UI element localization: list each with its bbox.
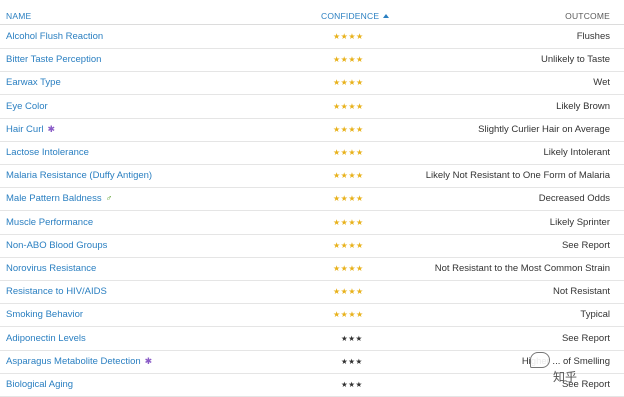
outcome-text: Not Resistant to the Most Common Strain <box>434 263 610 274</box>
table-row[interactable]: Adiponectin Levels ★★★ See Report <box>0 327 624 351</box>
confidence-stars: ★★★★ <box>333 217 364 227</box>
confidence-stars: ★★★★ <box>333 310 364 320</box>
table-row[interactable]: Lactose Intolerance ★★★★ Likely Intolerant <box>0 141 624 165</box>
trait-name-link[interactable]: Biological Aging <box>6 379 73 390</box>
trait-name-text: Smoking Behavior <box>6 309 84 321</box>
trait-name-text: Muscle Performance <box>6 216 94 228</box>
table-row[interactable]: Resistance to HIV/AIDS ★★★★ Not Resistant <box>0 280 624 305</box>
table-row[interactable]: Hair Curl ✱ ★★★★ Slightly Curlier Hair on A… <box>0 118 624 142</box>
trait-name-link[interactable]: Non-ABO Blood Groups <box>6 240 107 251</box>
confidence-stars: ★★★★ <box>333 194 364 204</box>
trait-name-text: Biological Aging <box>6 379 74 390</box>
table-row[interactable]: Biological Aging ★★★ See Report <box>0 373 624 397</box>
outcome-text: Likely Not Resistant to One Form of Mala… <box>425 170 610 182</box>
table-row[interactable]: Muscle Performance ★★★★ Likely Sprinter <box>0 211 624 235</box>
column-header-outcome[interactable]: OUTCOME <box>565 11 610 21</box>
trait-name-link[interactable]: Earwax Type <box>6 77 61 88</box>
outcome-text: Wet <box>593 77 610 89</box>
trait-name-text: Eye Color <box>6 100 48 112</box>
multi-factor-icon: ✱ <box>47 123 56 134</box>
watermark-text: 知乎 <box>553 370 578 384</box>
outcome-text: Flushes <box>576 31 610 42</box>
trait-name-link[interactable]: Eye Color <box>6 101 48 112</box>
confidence-stars: ★★★★ <box>333 264 364 273</box>
outcome-text: Decreased Odds <box>538 193 610 205</box>
confidence-stars: ★★★★ <box>333 55 364 65</box>
trait-name-text: Earwax Type <box>6 77 61 89</box>
trait-name-text: Malaria Resistance (Duffy Antigen) <box>6 170 153 182</box>
trait-name-link[interactable]: Alcohol Flush Reaction <box>6 31 103 42</box>
confidence-stars: ★★★★ <box>333 101 364 111</box>
table-row[interactable]: Smoking Behavior ★★★★ Typical <box>0 303 624 328</box>
multi-factor-icon: ✱ <box>144 355 153 366</box>
column-header-confidence[interactable]: CONFIDENCE <box>321 11 390 21</box>
outcome-text: See Report <box>561 239 610 251</box>
trait-name-link[interactable]: Norovirus Resistance <box>6 263 96 274</box>
outcome-text: Typical <box>580 309 610 321</box>
table-header: NAME CONFIDENCE OUTCOME <box>0 0 624 25</box>
outcome-text: See Report <box>561 332 610 344</box>
trait-name-text: Lactose Intolerance <box>6 147 89 158</box>
trait-name-text: Bitter Taste Perception <box>6 54 102 66</box>
trait-name-text: Non-ABO Blood Groups <box>6 239 108 251</box>
table-row[interactable]: Earwax Type ★★★★ Wet <box>0 71 624 96</box>
outcome-text: Likely Brown <box>556 100 610 112</box>
column-header-name[interactable]: NAME <box>6 11 31 21</box>
male-icon: ♂ <box>105 193 113 204</box>
table-row[interactable]: Norovirus Resistance ★★★★ Not Resistant to… <box>0 257 624 281</box>
outcome-text: Unlikely to Taste <box>541 54 610 66</box>
trait-name-text: Asparagus Metabolite Detection <box>6 355 141 367</box>
trait-name-link[interactable]: Lactose Intolerance <box>6 147 89 158</box>
trait-name-link[interactable]: Asparagus Metabolite Detection ✱ <box>6 356 152 367</box>
trait-name-link[interactable]: Male Pattern Baldness ♂ <box>6 193 112 204</box>
trait-name-link[interactable]: Hair Curl ✱ <box>6 124 55 135</box>
trait-name-link[interactable]: Malaria Resistance (Duffy Antigen) <box>6 170 152 181</box>
outcome-text: Likely Intolerant <box>543 147 610 158</box>
confidence-stars: ★★★★ <box>333 287 364 297</box>
trait-name-text: Male Pattern Baldness <box>6 193 102 205</box>
trait-name-text: Norovirus Resistance <box>6 263 97 274</box>
watermark-chat-bubble-icon <box>530 352 550 368</box>
table-row[interactable]: Male Pattern Baldness ♂ ★★★★ Decreased Odds <box>0 187 624 212</box>
sort-ascending-icon[interactable] <box>383 14 390 18</box>
confidence-stars: ★★★★ <box>333 78 364 88</box>
table-row[interactable]: Eye Color ★★★★ Likely Brown <box>0 95 624 119</box>
confidence-stars: ★★★ <box>341 380 363 389</box>
trait-name-text: Alcohol Flush Reaction <box>6 31 104 42</box>
confidence-stars: ★★★★ <box>333 148 364 157</box>
confidence-stars: ★★★★ <box>333 240 364 250</box>
trait-name-link[interactable]: Smoking Behavior <box>6 309 83 320</box>
table-row[interactable]: Malaria Resistance (Duffy Antigen) ★★★★ Li… <box>0 164 624 189</box>
confidence-stars: ★★★★ <box>333 32 364 41</box>
outcome-text: Not Resistant <box>552 286 610 298</box>
table-row[interactable]: Alcohol Flush Reaction ★★★★ Flushes <box>0 25 624 49</box>
table-row[interactable]: Bitter Taste Perception ★★★★ Unlikely to T… <box>0 48 624 73</box>
trait-name-text: Resistance to HIV/AIDS <box>6 286 107 298</box>
trait-name-link[interactable]: Muscle Performance <box>6 217 93 228</box>
trait-name-link[interactable]: Resistance to HIV/AIDS <box>6 286 107 297</box>
confidence-stars: ★★★★ <box>333 171 364 181</box>
outcome-text: Likely Sprinter <box>549 216 610 228</box>
confidence-stars: ★★★ <box>341 333 363 343</box>
confidence-stars: ★★★★ <box>333 124 364 134</box>
confidence-stars: ★★★ <box>341 356 363 366</box>
trait-name-text: Adiponectin Levels <box>6 332 86 344</box>
outcome-text: Slightly Curlier Hair on Average <box>478 123 610 135</box>
trait-name-link[interactable]: Bitter Taste Perception <box>6 54 101 65</box>
trait-name-link[interactable]: Adiponectin Levels <box>6 333 86 344</box>
trait-name-text: Hair Curl <box>6 123 44 135</box>
table-row[interactable]: Non-ABO Blood Groups ★★★★ See Report <box>0 234 624 258</box>
